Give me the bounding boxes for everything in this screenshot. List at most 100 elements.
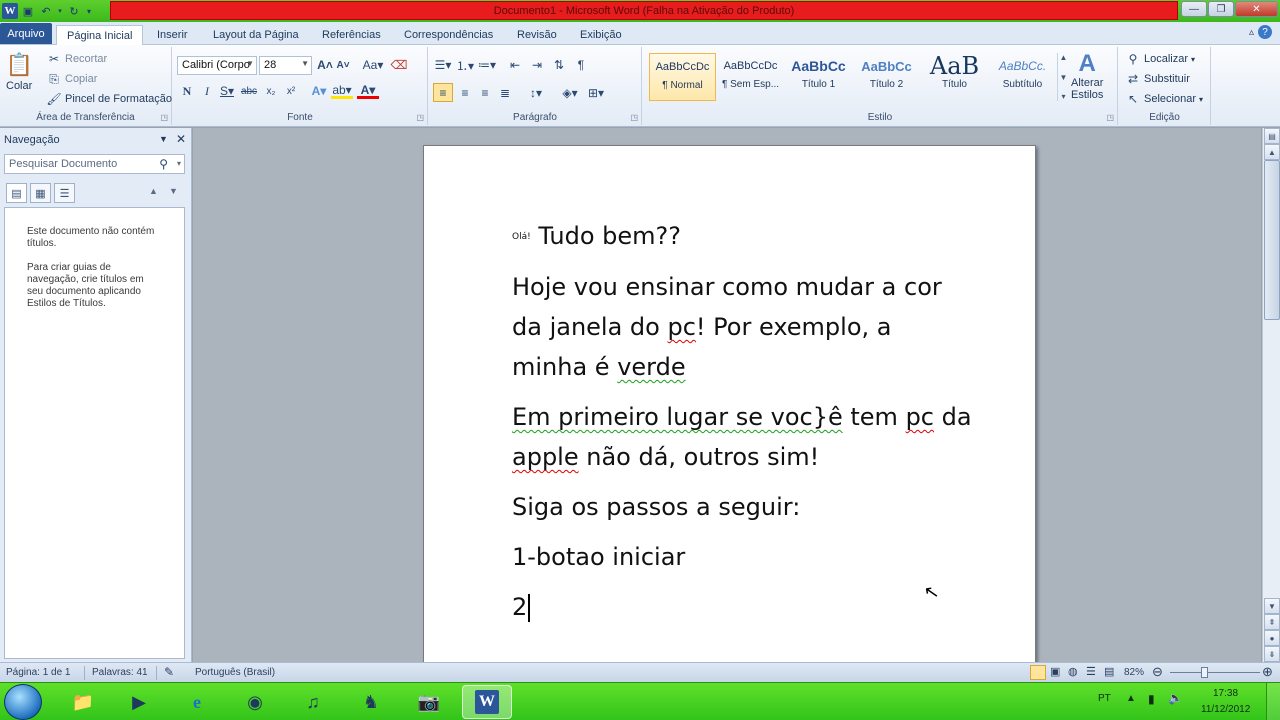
document-area[interactable]: Olá! Tudo bem?? Hoje vou ensinar como mu… [193,128,1261,662]
style-normal[interactable]: AaBbCcDc ¶ Normal [649,53,716,101]
nav-search-input[interactable]: Pesquisar Documento ⚲ ▾ [4,154,185,174]
minimize-button[interactable]: — [1181,1,1207,17]
doc-paragraph-4[interactable]: Siga os passos a seguir: [512,487,972,527]
camera-icon[interactable]: 📷 [404,685,454,719]
show-desktop-button[interactable] [1266,683,1280,720]
sort-icon[interactable]: ⇅ [551,57,567,73]
shading-icon[interactable]: ◈▾ [559,85,581,101]
save-icon[interactable]: ▣ [20,3,36,19]
align-left-icon[interactable]: ≡ [433,83,453,102]
tab-pagina-inicial[interactable]: Página Inicial [56,25,144,45]
highlight-icon[interactable]: ab▾ [331,83,353,99]
copy-button[interactable]: ⎘ Copiar [46,71,97,87]
style-titulo-1[interactable]: AaBbCc Título 1 [785,53,852,101]
prev-page-icon[interactable]: ⇞ [1264,614,1280,630]
italic-icon[interactable]: I [199,83,215,99]
font-size-combo[interactable]: 28 ▼ [259,56,312,75]
chrome-icon[interactable]: ◉ [230,685,280,719]
superscript-icon[interactable]: x² [283,83,299,99]
tab-arquivo[interactable]: Arquivo [0,23,52,44]
multilevel-list-icon[interactable]: ≔▾ [478,57,496,73]
bold-icon[interactable]: N [179,83,195,99]
print-layout-view-icon[interactable] [1030,665,1046,680]
draft-view-icon[interactable]: ▤ [1104,665,1114,678]
numbering-icon[interactable]: ⒈▾ [456,57,474,73]
tab-correspondencias[interactable]: Correspondências [394,25,503,45]
start-button[interactable] [4,684,42,720]
document-page[interactable]: Olá! Tudo bem?? Hoje vou ensinar como mu… [423,145,1036,662]
redo-icon[interactable]: ↻ [66,3,82,19]
cut-button[interactable]: ✂ Recortar [46,51,107,67]
volume-icon[interactable]: 🔈 [1168,691,1183,705]
internet-explorer-icon[interactable]: e [172,685,222,719]
proofing-icon[interactable]: ✎ [164,665,174,679]
justify-icon[interactable]: ≣ [497,85,513,101]
scroll-thumb[interactable] [1264,160,1280,320]
tab-referencias[interactable]: Referências [312,25,391,45]
explorer-icon[interactable]: 📁 [58,685,108,719]
word-logo-icon[interactable]: W [2,3,18,19]
tab-exibicao[interactable]: Exibição [570,25,632,45]
change-styles-button[interactable]: A Alterar Estilos [1071,51,1103,102]
doc-paragraph-6[interactable]: 2 [512,587,972,627]
undo-dropdown-icon[interactable]: ▾ [56,3,64,19]
style-titulo-2[interactable]: AaBbCc Título 2 [853,53,920,101]
font-name-combo[interactable]: Calibri (Corpo ▼ [177,56,257,75]
doc-paragraph-5[interactable]: 1-botao iniciar [512,537,972,577]
clipboard-launcher-icon[interactable]: ◳ [160,113,168,122]
decrease-indent-icon[interactable]: ⇤ [507,57,523,73]
align-center-icon[interactable]: ≡ [457,85,473,101]
bullets-icon[interactable]: ☰▾ [435,57,452,73]
battery-icon[interactable]: ▮ [1148,692,1155,706]
word-taskbar-icon[interactable]: W [462,685,512,719]
minimize-ribbon-icon[interactable]: ▵ [1249,27,1254,38]
game-icon[interactable]: ♞ [346,685,396,719]
shrink-font-icon[interactable]: A˅ [335,57,351,73]
doc-paragraph-2[interactable]: Hoje vou ensinar como mudar a cor da jan… [512,267,972,387]
prev-heading-icon[interactable]: ▲ [149,186,158,196]
zoom-slider-thumb[interactable] [1201,667,1208,678]
scroll-down-icon[interactable]: ▼ [1264,598,1280,614]
grow-font-icon[interactable]: A˄ [317,57,333,73]
next-heading-icon[interactable]: ▼ [169,186,178,196]
customize-qat-icon[interactable]: ▾ [84,3,94,19]
paste-button[interactable]: 📋 Colar [5,51,32,92]
chevron-down-icon[interactable]: ▾ [177,159,181,168]
subscript-icon[interactable]: x₂ [263,83,279,99]
align-right-icon[interactable]: ≡ [477,85,493,101]
font-color-icon[interactable]: A▾ [357,83,379,99]
nav-options-icon[interactable]: ▼ [159,134,168,144]
tray-arrow-icon[interactable]: ▲ [1126,693,1136,704]
text-effects-icon[interactable]: A▾ [311,83,327,99]
document-text[interactable]: Olá! Tudo bem?? Hoje vou ensinar como mu… [512,216,972,637]
undo-icon[interactable]: ↶ [38,3,54,19]
nav-close-icon[interactable]: ✕ [176,132,186,146]
zoom-slider-track[interactable] [1170,672,1260,673]
clock-time[interactable]: 17:38 [1213,688,1238,699]
paragraph-launcher-icon[interactable]: ◳ [630,113,638,122]
help-icon[interactable]: ? [1258,25,1272,39]
chevron-down-icon[interactable]: ▼ [1060,73,1068,82]
underline-icon[interactable]: S▾ [219,83,235,99]
format-painter-button[interactable]: 🖌 Pincel de Formatação [46,91,172,107]
next-page-icon[interactable]: ⇟ [1264,646,1280,662]
doc-paragraph-3[interactable]: Em primeiro lugar se voc}ê tem pc da app… [512,397,972,477]
find-button[interactable]: ⚲ Localizar ▾ [1125,51,1195,67]
font-launcher-icon[interactable]: ◳ [416,113,424,122]
results-view-icon[interactable]: ☰ [54,183,75,203]
style-titulo[interactable]: AaB Título [921,53,988,101]
status-words[interactable]: Palavras: 41 [92,667,148,678]
pilcrow-icon[interactable]: ¶ [573,57,589,73]
increase-indent-icon[interactable]: ⇥ [529,57,545,73]
search-icon[interactable]: ⚲ [159,157,168,171]
styles-scroll[interactable]: ▲ ▼ ▾ [1057,53,1069,101]
zoom-in-icon[interactable]: ⊕ [1262,664,1273,680]
tab-revisao[interactable]: Revisão [507,25,567,45]
strikethrough-icon[interactable]: abc [239,83,259,99]
restore-button[interactable]: ❐ [1208,1,1234,17]
borders-icon[interactable]: ⊞▾ [585,85,607,101]
tab-inserir[interactable]: Inserir [147,25,198,45]
change-case-icon[interactable]: Aa▾ [361,57,385,73]
clear-formatting-icon[interactable]: ⌫ [391,57,408,73]
browse-object-icon[interactable]: ● [1264,630,1280,646]
